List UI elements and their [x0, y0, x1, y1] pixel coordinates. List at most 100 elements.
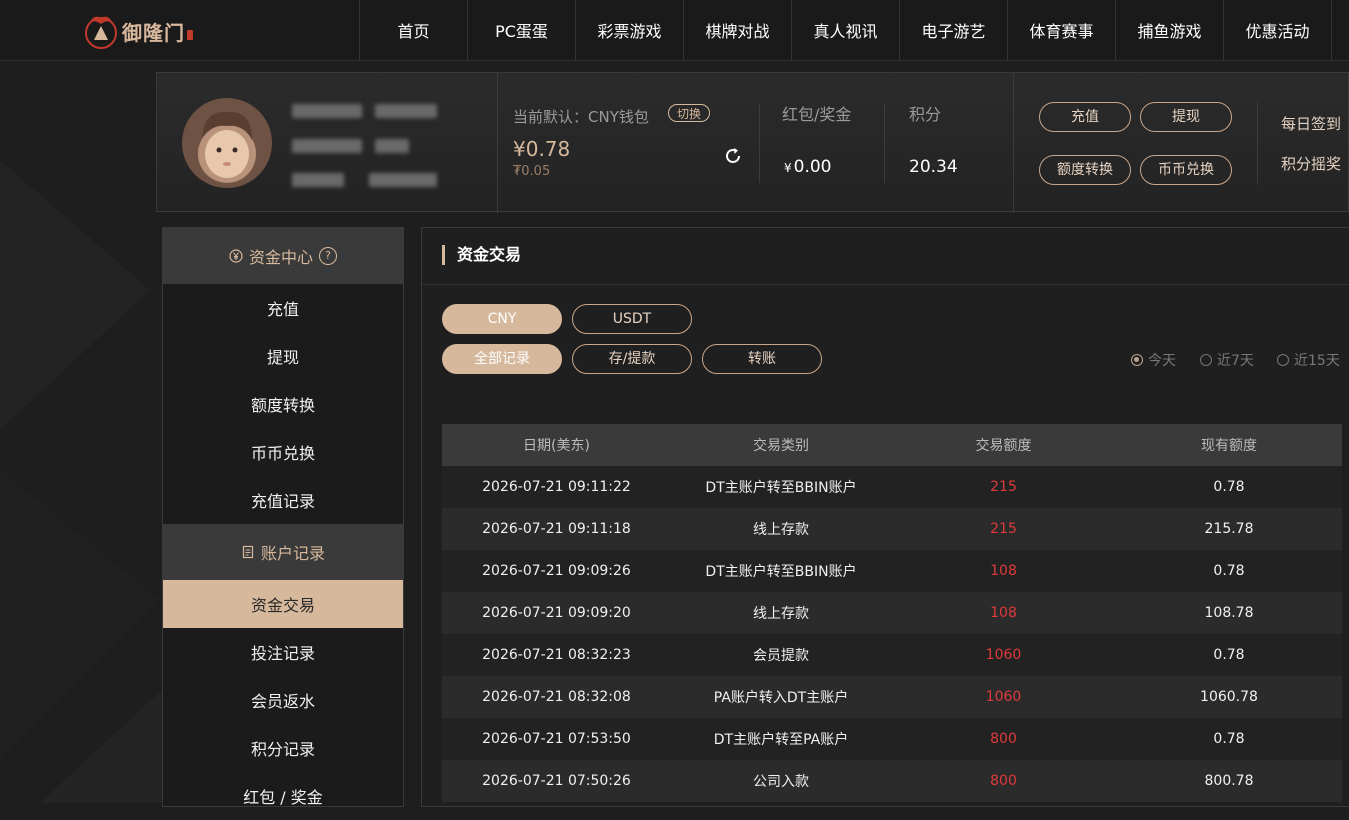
range-15-days[interactable]: 近15天	[1277, 350, 1340, 370]
divider	[1013, 73, 1014, 213]
nav-live-casino[interactable]: 真人视讯	[791, 0, 899, 60]
range-label: 近7天	[1217, 353, 1254, 369]
tab-cny[interactable]: CNY	[442, 304, 562, 334]
cell-balance: 0.78	[1213, 647, 1245, 663]
panel-header: 资金交易	[422, 228, 1349, 285]
cell-balance: 0.78	[1213, 479, 1245, 495]
radio-icon	[1277, 354, 1289, 366]
bonus-label: 红包/奖金	[782, 105, 852, 124]
cell-type: DT主账户转至BBIN账户	[705, 480, 857, 496]
points-lottery-link[interactable]: 积分摇奖	[1281, 153, 1341, 174]
nav-fishing[interactable]: 捕鱼游戏	[1115, 0, 1223, 60]
tab-deposit-withdraw[interactable]: 存/提款	[572, 344, 692, 374]
column-balance: 现有额度	[1201, 438, 1257, 454]
dragon-logo-icon	[85, 16, 117, 49]
sidebar-item-bet-records[interactable]: 投注记录	[163, 628, 403, 676]
nav-slots[interactable]: 电子游艺	[899, 0, 1007, 60]
tab-all-records[interactable]: 全部记录	[442, 344, 562, 374]
cell-balance: 0.78	[1213, 731, 1245, 747]
sidebar-item-withdraw[interactable]: 提现	[163, 332, 403, 380]
sidebar-item-bonus[interactable]: 红包 / 奖金	[163, 772, 403, 820]
points-value: 20.34	[909, 157, 958, 177]
cell-balance: 108.78	[1204, 605, 1254, 621]
logo-text: 御隆门	[122, 20, 185, 45]
currency-symbol: ¥	[784, 161, 792, 175]
column-type: 交易类别	[753, 438, 809, 454]
account-records-title: 账户记录	[260, 544, 325, 563]
table-row: 2026-07-21 07:50:26 公司入款 800 800.78	[442, 760, 1342, 802]
sidebar-item-rebate[interactable]: 会员返水	[163, 676, 403, 724]
cell-balance: 1060.78	[1200, 689, 1258, 705]
cell-date: 2026-07-21 09:09:26	[482, 563, 631, 579]
transfer-button[interactable]: 额度转换	[1039, 155, 1131, 185]
blurred-info	[292, 173, 344, 187]
yen-coin-icon	[229, 249, 243, 263]
refresh-icon[interactable]	[723, 146, 743, 166]
cell-date: 2026-07-21 09:09:20	[482, 605, 631, 621]
range-7-days[interactable]: 近7天	[1200, 350, 1254, 370]
cell-date: 2026-07-21 09:11:18	[482, 521, 631, 537]
sidebar-item-exchange[interactable]: 币币兑换	[163, 428, 403, 476]
cell-date: 2026-07-21 07:50:26	[482, 773, 631, 789]
cell-date: 2026-07-21 08:32:08	[482, 689, 631, 705]
column-amount: 交易额度	[975, 438, 1032, 454]
switch-wallet-button[interactable]: 切换	[668, 104, 710, 122]
account-summary-bar: 当前默认：CNY钱包 切换 ¥0.78 ₮0.05 红包/奖金 ¥0.00 积分…	[156, 72, 1349, 213]
nav-promotions[interactable]: 优惠活动	[1223, 0, 1332, 60]
table-row: 2026-07-21 08:32:23 会员提款 1060 0.78	[442, 634, 1342, 676]
nav-home[interactable]: 首页	[359, 0, 467, 60]
top-navigation: 御隆门 首页 PC蛋蛋 彩票游戏 棋牌对战 真人视讯 电子游艺 体育赛事 捕鱼游…	[0, 0, 1349, 61]
cell-type: PA账户转入DT主账户	[713, 690, 849, 706]
deposit-button[interactable]: 充值	[1039, 102, 1131, 132]
blurred-info	[292, 139, 362, 153]
cell-type: 公司入款	[753, 774, 809, 790]
bonus-value: ¥0.00	[784, 157, 832, 177]
points-label: 积分	[909, 105, 942, 124]
help-icon[interactable]: ?	[319, 247, 337, 265]
nav-chess-cards[interactable]: 棋牌对战	[683, 0, 791, 60]
nav-sports[interactable]: 体育赛事	[1007, 0, 1115, 60]
sidebar-item-deposit-records[interactable]: 充值记录	[163, 476, 403, 524]
withdraw-button[interactable]: 提现	[1140, 102, 1232, 132]
cell-balance: 800.78	[1204, 773, 1254, 789]
cell-date: 2026-07-21 08:32:23	[482, 647, 631, 663]
sidebar-item-deposit[interactable]: 充值	[163, 284, 403, 332]
blurred-username	[292, 104, 362, 118]
nav-lottery[interactable]: 彩票游戏	[575, 0, 683, 60]
cell-type: 会员提款	[753, 648, 809, 664]
page-title: 资金交易	[442, 245, 521, 265]
tab-usdt[interactable]: USDT	[572, 304, 692, 334]
exchange-button[interactable]: 币币兑换	[1140, 155, 1232, 185]
divider	[1257, 101, 1258, 185]
cell-amount: 108	[990, 605, 1017, 621]
cell-date: 2026-07-21 07:53:50	[482, 731, 631, 747]
cell-amount: 215	[990, 479, 1017, 495]
radio-selected-icon	[1131, 354, 1143, 366]
sidebar-item-points-records[interactable]: 积分记录	[163, 724, 403, 772]
avatar[interactable]	[182, 98, 272, 188]
sidebar-item-fund-transactions[interactable]: 资金交易	[163, 580, 403, 628]
cell-type: 线上存款	[753, 606, 809, 622]
tab-transfer[interactable]: 转账	[702, 344, 822, 374]
range-label: 今天	[1148, 353, 1176, 369]
table-row: 2026-07-21 09:09:20 线上存款 108 108.78	[442, 592, 1342, 634]
blurred-info	[375, 139, 409, 153]
transactions-table: 日期(美东) 交易类别 交易额度 现有额度 2026-07-21 09:11:2…	[442, 424, 1342, 802]
daily-checkin-link[interactable]: 每日签到	[1281, 113, 1341, 134]
document-icon	[242, 545, 254, 559]
blurred-info	[369, 173, 437, 187]
range-today[interactable]: 今天	[1131, 350, 1176, 370]
cell-balance: 215.78	[1204, 521, 1254, 537]
sidebar-item-transfer[interactable]: 额度转换	[163, 380, 403, 428]
wallet-sub-balance: ₮0.05	[513, 164, 551, 179]
wallet-label: 当前默认：CNY钱包	[513, 108, 649, 126]
baby-photo-icon	[202, 111, 252, 178]
table-row: 2026-07-21 08:32:08 PA账户转入DT主账户 1060 106…	[442, 676, 1342, 718]
site-logo[interactable]: 御隆门	[82, 10, 193, 52]
nav-pc-egg[interactable]: PC蛋蛋	[467, 0, 575, 60]
divider	[759, 103, 760, 183]
cell-type: DT主账户转至BBIN账户	[705, 564, 857, 580]
divider	[497, 73, 498, 213]
radio-icon	[1200, 354, 1212, 366]
wallet-balance: ¥0.78	[513, 137, 571, 161]
